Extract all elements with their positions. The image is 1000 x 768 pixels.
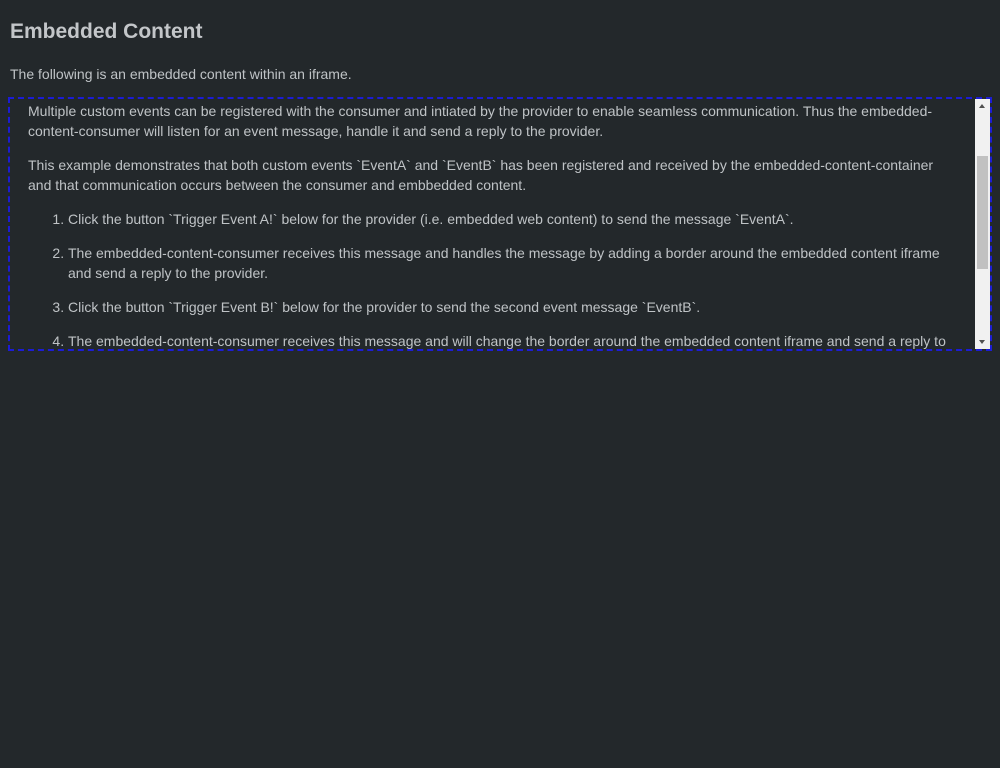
steps-list: Click the button `Trigger Event A!` belo… [28, 209, 957, 349]
scroll-up-button[interactable] [975, 99, 990, 114]
step-item: The embedded-content-consumer receives t… [68, 243, 957, 283]
arrow-down-icon [979, 340, 985, 344]
step-item: The embedded-content-consumer receives t… [68, 331, 957, 349]
embedded-content-iframe[interactable]: Multiple custom events can be registered… [8, 97, 992, 351]
scrollbar-thumb[interactable] [977, 156, 988, 269]
description-paragraph: This example demonstrates that both cust… [28, 157, 934, 193]
step-item: Click the button `Trigger Event B!` belo… [68, 297, 957, 317]
iframe-scroll-area: Multiple custom events can be registered… [10, 99, 975, 349]
arrow-up-icon [979, 104, 985, 108]
iframe-scrollbar[interactable] [975, 99, 990, 349]
iframe-document: Multiple custom events can be registered… [10, 101, 975, 349]
intro-text: The following is an embedded content wit… [10, 66, 352, 82]
scroll-down-button[interactable] [975, 334, 990, 349]
step-item: Click the button `Trigger Event A!` belo… [68, 209, 957, 229]
description-paragraph: Multiple custom events can be registered… [28, 103, 933, 139]
page-title: Embedded Content [10, 20, 203, 43]
